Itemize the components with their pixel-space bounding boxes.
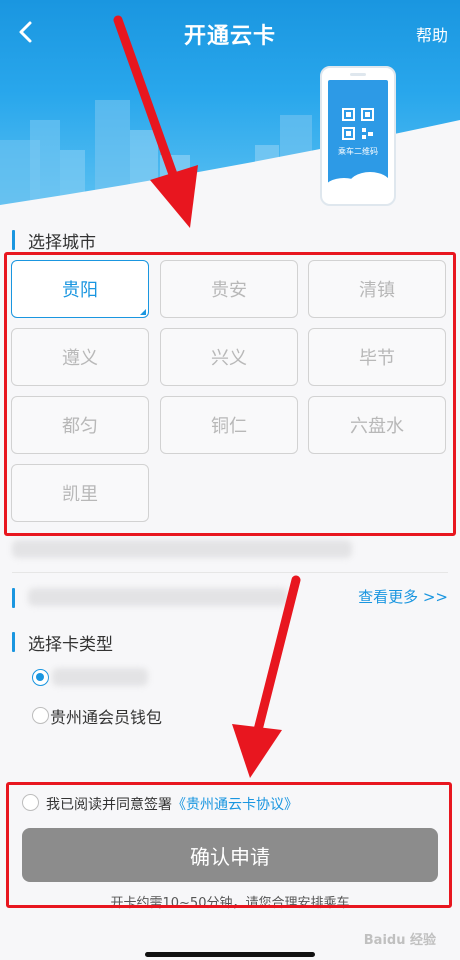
page-title: 开通云卡	[183, 24, 276, 49]
main-content: 选择城市 贵阳 贵安 清镇 遵义 兴义 毕节 都匀 铜仁 六盘水 凯里 查看更多…	[0, 210, 460, 960]
processing-time-note: 开卡约需10~50分钟，请您合理安排乘车	[110, 896, 350, 911]
card-type-wallet-label[interactable]: 贵州通会员钱包	[50, 704, 162, 728]
card-info-heading	[12, 586, 312, 608]
city-option-liupanshui[interactable]: 六盘水	[308, 396, 446, 454]
city-option-duyun[interactable]: 都匀	[11, 396, 149, 454]
watermark-logo: Baidu 经验	[363, 933, 436, 948]
blurred-card-info	[28, 588, 288, 606]
agreement-text: 我已阅读并同意签署	[46, 797, 172, 813]
city-option-bijie[interactable]: 毕节	[308, 328, 446, 386]
confirm-apply-button[interactable]: 确认申请	[22, 828, 438, 882]
city-option-tongren[interactable]: 铜仁	[160, 396, 298, 454]
header-banner: 开通云卡 帮助 乘车二维码	[0, 0, 460, 210]
divider	[12, 572, 448, 573]
card-type-radio-1[interactable]	[32, 669, 49, 686]
city-option-guiyang[interactable]: 贵阳	[11, 260, 149, 318]
agreement-row: 我已阅读并同意签署《贵州通云卡协议》	[46, 794, 298, 814]
agreement-link[interactable]: 《贵州通云卡协议》	[172, 797, 298, 813]
agreement-checkbox[interactable]	[22, 794, 39, 811]
city-option-kaili[interactable]: 凯里	[11, 464, 149, 522]
blurred-card-type-label	[52, 668, 148, 686]
city-option-guian[interactable]: 贵安	[160, 260, 298, 318]
qr-code-icon	[342, 108, 374, 140]
card-type-heading: 选择卡类型	[12, 630, 113, 655]
select-city-heading: 选择城市	[12, 228, 96, 253]
blurred-info-text	[12, 540, 352, 558]
home-indicator	[145, 952, 315, 957]
help-button[interactable]: 帮助	[416, 22, 448, 46]
phone-screen-label: 乘车二维码	[338, 147, 378, 156]
view-more-link[interactable]: 查看更多 >>	[358, 586, 448, 607]
city-option-zunyi[interactable]: 遵义	[11, 328, 149, 386]
phone-illustration: 乘车二维码	[320, 66, 396, 206]
card-type-radio-wallet[interactable]	[32, 707, 49, 724]
city-option-xingyi[interactable]: 兴义	[160, 328, 298, 386]
city-option-qingzhen[interactable]: 清镇	[308, 260, 446, 318]
